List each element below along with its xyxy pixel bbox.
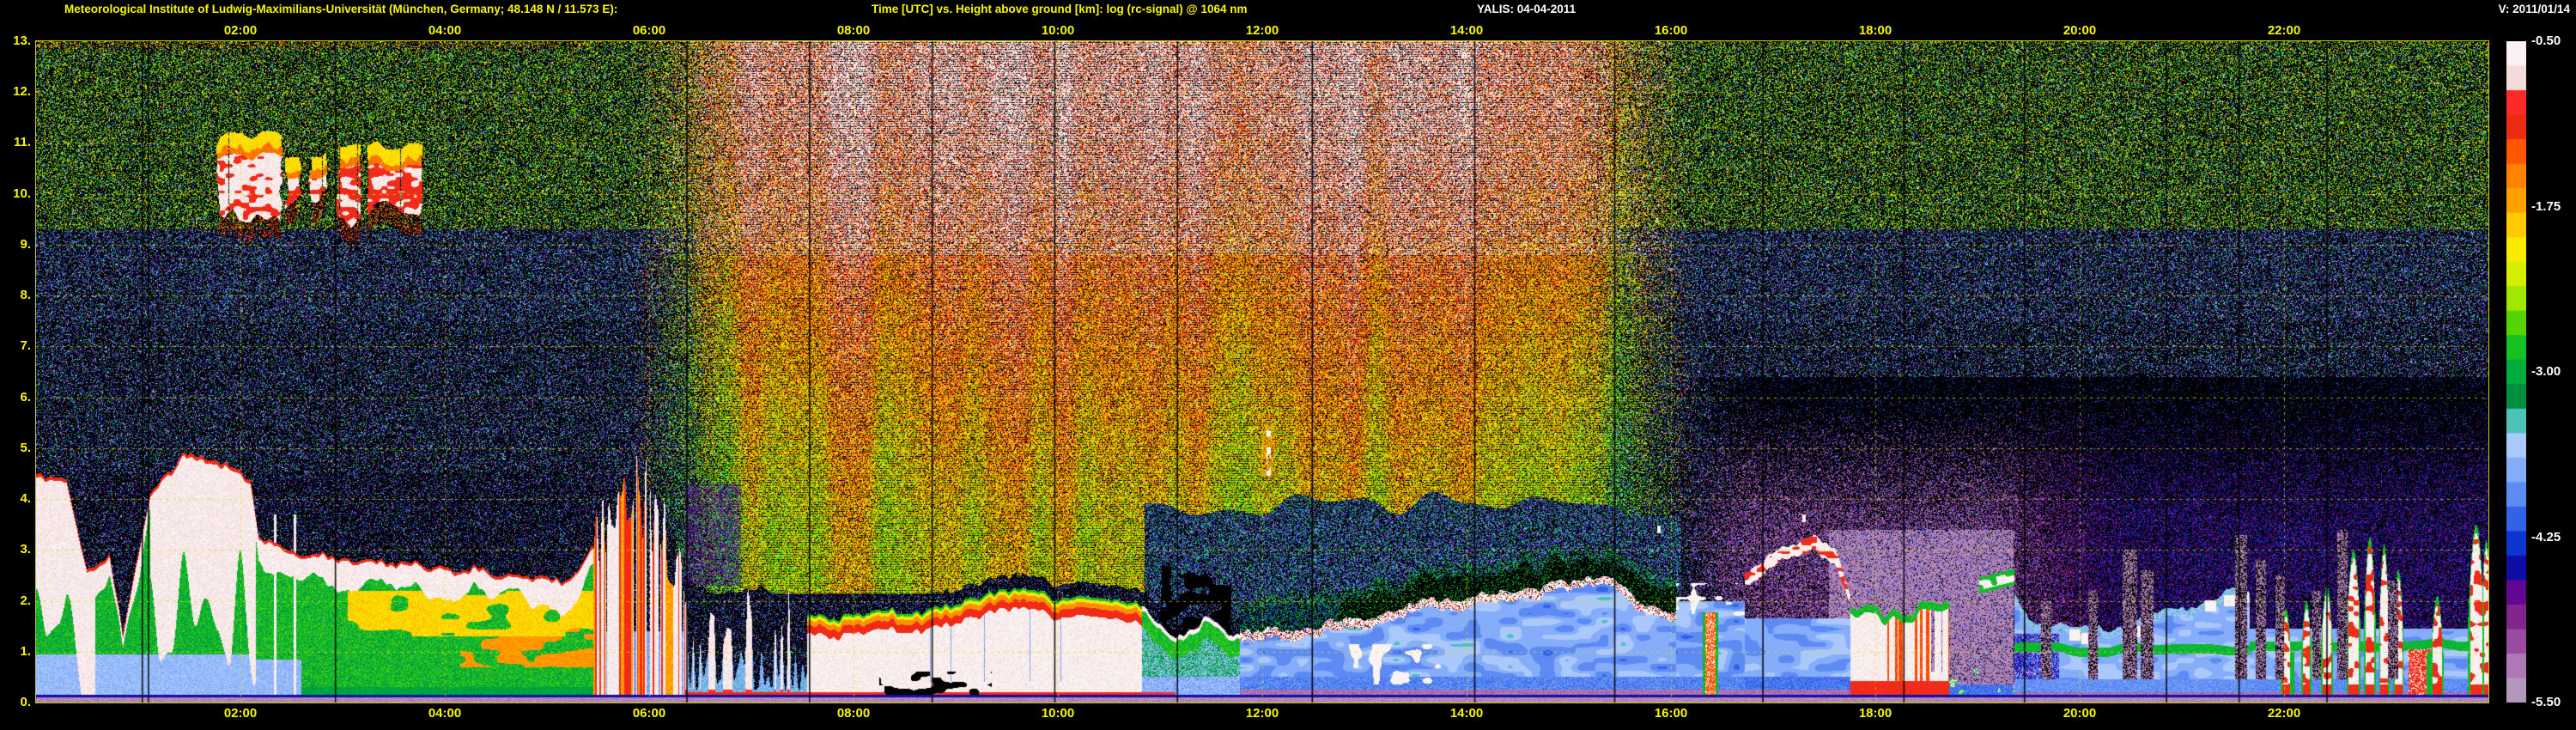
y-tick-label: 9. bbox=[20, 236, 31, 252]
y-tick-label: 4. bbox=[20, 491, 31, 507]
instrument-date-label: YALIS: 04-04-2011 bbox=[1477, 3, 1577, 15]
heatmap-plot bbox=[36, 41, 2488, 703]
page-title: Meteorological Institute of Ludwig-Maxim… bbox=[64, 3, 618, 15]
colorbar bbox=[2506, 41, 2526, 703]
x-tick-label: 20:00 bbox=[2063, 23, 2097, 38]
x-tick-label: 04:00 bbox=[428, 706, 462, 721]
x-tick-label: 06:00 bbox=[632, 23, 666, 38]
y-tick-label: 13. bbox=[13, 33, 31, 48]
y-tick-label: 3. bbox=[20, 542, 31, 557]
x-tick-label: 18:00 bbox=[1858, 23, 1893, 38]
x-tick-label: 10:00 bbox=[1041, 23, 1075, 38]
x-tick-label: 08:00 bbox=[836, 706, 871, 721]
colorbar-tick-label: -0.50 bbox=[2531, 33, 2561, 48]
x-tick-label: 16:00 bbox=[1654, 23, 1688, 38]
y-tick-label: 12. bbox=[13, 84, 31, 100]
y-tick-label: 5. bbox=[20, 440, 31, 455]
y-tick-label: 10. bbox=[13, 186, 31, 201]
version-label: V: 2011/01/14 bbox=[2498, 3, 2570, 15]
colorbar-tick-label: -3.00 bbox=[2531, 364, 2561, 379]
x-tick-label: 04:00 bbox=[428, 23, 462, 38]
x-tick-label: 02:00 bbox=[223, 23, 258, 38]
y-tick-label: 2. bbox=[20, 593, 31, 608]
x-tick-label: 10:00 bbox=[1041, 706, 1075, 721]
colorbar-tick-label: -5.50 bbox=[2531, 695, 2561, 709]
x-tick-label: 20:00 bbox=[2063, 706, 2097, 721]
y-tick-label: 0. bbox=[20, 695, 31, 709]
x-tick-label: 14:00 bbox=[1449, 23, 1484, 38]
x-tick-label: 12:00 bbox=[1245, 706, 1279, 721]
x-tick-label: 12:00 bbox=[1245, 23, 1279, 38]
y-tick-label: 7. bbox=[20, 338, 31, 354]
x-tick-label: 02:00 bbox=[223, 706, 258, 721]
x-tick-label: 14:00 bbox=[1449, 706, 1484, 721]
x-tick-label: 22:00 bbox=[2267, 706, 2301, 721]
x-tick-label: 08:00 bbox=[836, 23, 871, 38]
x-tick-label: 22:00 bbox=[2267, 23, 2301, 38]
y-tick-label: 6. bbox=[20, 389, 31, 405]
y-tick-label: 11. bbox=[13, 135, 31, 150]
x-tick-label: 18:00 bbox=[1858, 706, 1893, 721]
x-tick-label: 06:00 bbox=[632, 706, 666, 721]
colorbar-tick-label: -1.75 bbox=[2531, 198, 2561, 214]
y-tick-label: 8. bbox=[20, 288, 31, 303]
colorbar-tick-label: -4.25 bbox=[2531, 529, 2561, 544]
y-tick-label: 1. bbox=[20, 643, 31, 659]
x-tick-label: 16:00 bbox=[1654, 706, 1688, 721]
axis-description-title: Time [UTC] vs. Height above ground [km]:… bbox=[872, 3, 1248, 15]
